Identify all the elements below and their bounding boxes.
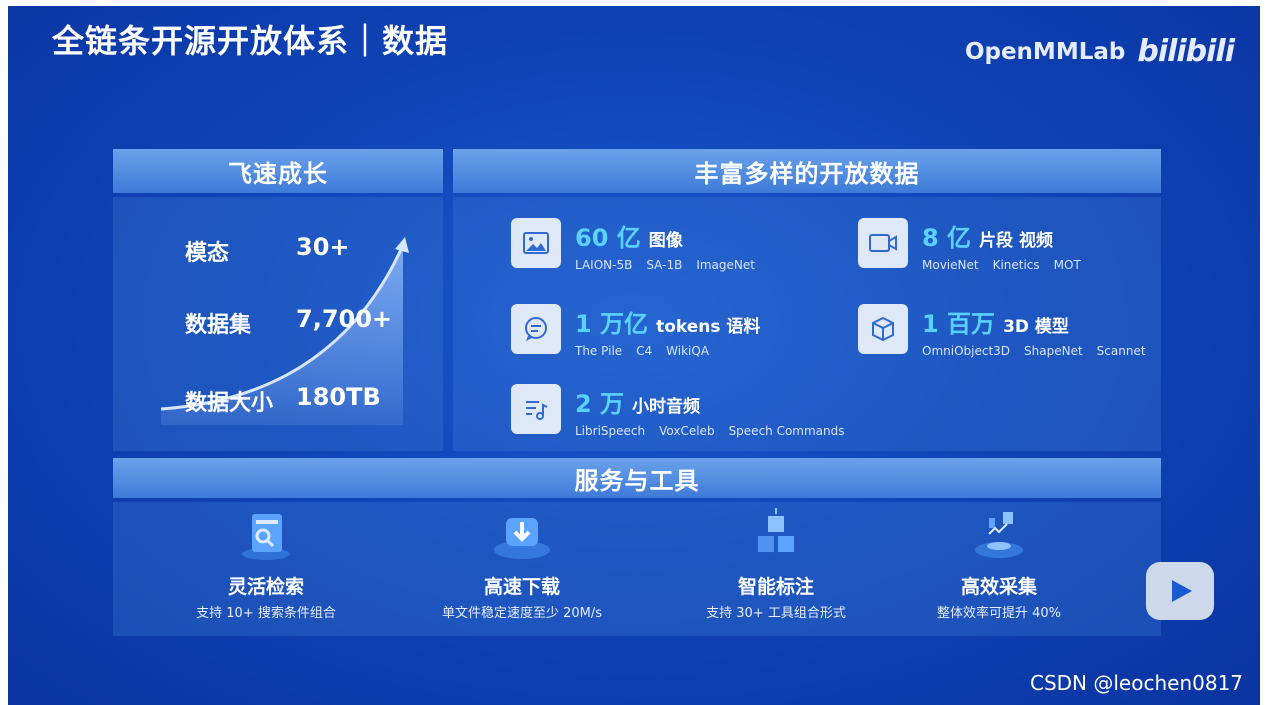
dataset-name: Kinetics: [992, 258, 1040, 272]
growth-label-datasets: 数据集: [185, 313, 252, 338]
play-icon: [1164, 562, 1196, 602]
dataset-label: 图像: [648, 231, 683, 251]
bilibili-play-button[interactable]: [1146, 562, 1214, 620]
page-title: 全链条开源开放体系｜数据: [52, 22, 449, 60]
collect-icon: [975, 512, 1023, 558]
dataset-count: 1 万亿: [575, 310, 649, 338]
dataset-name: MOT: [1053, 258, 1081, 272]
dataset-item-tokens: 1 万亿 tokens 语料 The Pile C4 WikiQA: [511, 304, 760, 358]
cube-icon: [858, 304, 908, 354]
service-item-download: 高速下载 单文件稳定速度至少 20M/s: [422, 508, 622, 621]
dataset-name: Scannet: [1096, 344, 1146, 358]
chat-icon: [511, 304, 561, 354]
service-title: 灵活检索: [227, 576, 304, 598]
growth-value-datasets: 7,700+: [296, 305, 393, 333]
service-item-annotate: 智能标注 支持 30+ 工具组合形式: [676, 508, 876, 621]
growth-label-size: 数据大小: [185, 391, 274, 416]
brand-name: OpenMMLab: [964, 38, 1126, 65]
dataset-name: ImageNet: [696, 258, 755, 272]
dataset-name: LAION-5B: [575, 258, 633, 272]
dataset-item-image: 60 亿图像 LAION-5B SA-1B ImageNet: [511, 218, 755, 272]
service-item-search: 灵活检索 支持 10+ 搜索条件组合: [166, 508, 366, 621]
growth-panel: 模态 30+ 数据集 7,700+ 数据大小 180TB: [113, 197, 443, 451]
dataset-item-video: 8 亿片段 视频 MovieNet Kinetics MOT: [858, 218, 1081, 272]
dataset-label: 片段 视频: [979, 231, 1053, 251]
watermark: CSDN @leochen0817: [1030, 671, 1244, 695]
service-item-collect: 高效采集 整体效率可提升 40%: [899, 508, 1099, 621]
service-desc: 支持 30+ 工具组合形式: [706, 606, 846, 621]
service-desc: 单文件稳定速度至少 20M/s: [441, 606, 603, 621]
dataset-name: VoxCeleb: [659, 424, 715, 438]
dataset-label: tokens 语料: [656, 317, 761, 337]
dataset-name: OmniObject3D: [922, 344, 1011, 358]
service-desc: 整体效率可提升 40%: [936, 606, 1062, 621]
service-title: 智能标注: [737, 576, 814, 598]
image-icon: [511, 218, 561, 268]
download-icon: [494, 518, 550, 559]
growth-label-modality: 模态: [185, 241, 230, 266]
cubes-icon: [758, 508, 794, 552]
services-header: 服务与工具: [113, 458, 1161, 498]
dataset-name: C4: [636, 344, 653, 358]
music-icon: [511, 384, 561, 434]
dataset-name: Speech Commands: [728, 424, 845, 438]
bilibili-logo: bilibili: [1137, 34, 1235, 69]
growth-curve-graphic: [160, 237, 409, 425]
dataset-name: LibriSpeech: [575, 424, 646, 438]
dataset-label: 3D 模型: [1003, 317, 1069, 337]
dataset-name: WikiQA: [666, 344, 710, 358]
growth-header: 飞速成长: [113, 149, 443, 193]
growth-value-size: 180TB: [296, 383, 381, 411]
slide: 全链条开源开放体系｜数据 OpenMMLab bilibili 飞速成长 模态 …: [8, 6, 1260, 705]
dataset-count: 60 亿: [575, 224, 641, 252]
dataset-count: 2 万: [575, 390, 625, 418]
growth-value-modality: 30+: [296, 233, 350, 261]
dataset-name: MovieNet: [922, 258, 979, 272]
video-icon: [858, 218, 908, 268]
service-desc: 支持 10+ 搜索条件组合: [196, 606, 336, 621]
brand: OpenMMLab bilibili: [964, 34, 1235, 69]
dataset-name: The Pile: [575, 344, 623, 358]
datasets-header: 丰富多样的开放数据: [453, 149, 1161, 193]
dataset-label: 小时音频: [632, 397, 701, 417]
dataset-count: 1 百万: [922, 310, 996, 338]
dataset-count: 8 亿: [922, 224, 972, 252]
dataset-name: SA-1B: [646, 258, 683, 272]
service-title: 高效采集: [960, 576, 1037, 598]
dataset-item-3d: 1 百万 3D 模型 OmniObject3D ShapeNet Scannet: [858, 304, 1146, 358]
dataset-item-audio: 2 万小时音频 LibriSpeech VoxCeleb Speech Comman…: [511, 384, 845, 438]
dataset-name: ShapeNet: [1024, 344, 1083, 358]
search-panel-icon: [242, 514, 290, 560]
service-title: 高速下载: [483, 576, 560, 598]
